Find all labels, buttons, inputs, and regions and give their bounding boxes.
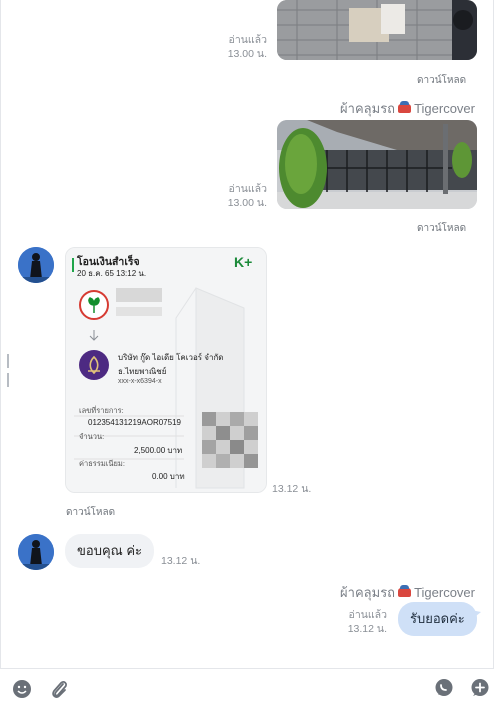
amount-value: 2,500.00 บาท	[134, 446, 183, 455]
ref-label: เลขที่รายการ:	[79, 406, 124, 415]
sender-brand: Tigercover	[414, 585, 475, 600]
read-status: อ่านแล้ว	[228, 183, 267, 195]
message-time: 13.12 น.	[347, 623, 387, 635]
masked-sender-name	[116, 288, 162, 302]
message-time: 13.00 น.	[227, 48, 267, 60]
add-message-icon[interactable]	[470, 678, 490, 698]
sender-brand: Tigercover	[414, 101, 475, 116]
emoji-icon[interactable]	[12, 679, 32, 699]
download-link[interactable]: ดาวน์โหลด	[417, 221, 466, 236]
message-bubble-outgoing: รับยอดค่ะ	[398, 602, 477, 636]
scb-logo-icon	[79, 350, 109, 380]
kplus-logo: K+	[234, 254, 253, 270]
read-status: อ่านแล้ว	[228, 34, 267, 46]
sender-name: ผ้าคลุมรถ	[340, 585, 396, 600]
sender-name: ผ้าคลุมรถ	[340, 101, 396, 116]
message-time: 13.12 น.	[272, 483, 312, 495]
fee-label: ค่าธรรมเนียม:	[79, 459, 125, 468]
message-meta: อ่านแล้ว 13.00 น.	[228, 33, 267, 61]
masked-sender-account	[116, 307, 162, 316]
slip-datetime: 20 ธ.ค. 65 13:12 น.	[77, 269, 147, 278]
resize-handle[interactable]	[7, 354, 13, 387]
recipient-name: บริษัท กู๊ด ไอเดีย โคเวอร์ จำกัด	[118, 353, 224, 362]
chat-bubble-icon[interactable]	[434, 678, 454, 698]
message-meta: อ่านแล้ว 13.00 น.	[228, 182, 267, 210]
bubble-tail-icon	[471, 610, 481, 620]
masked-qr-code	[202, 412, 258, 468]
recipient-account: xxx-x-x6394-x	[118, 378, 162, 385]
message-toolbar	[0, 668, 494, 710]
image-message-storefront[interactable]	[277, 120, 477, 209]
download-link[interactable]: ดาวน์โหลด	[417, 73, 466, 88]
car-icon	[398, 585, 412, 597]
fee-value: 0.00 บาท	[152, 472, 185, 481]
message-bubble-incoming: ขอบคุณ ค่ะ	[65, 534, 154, 568]
message-time: 13.00 น.	[227, 197, 267, 209]
amount-label: จำนวน:	[79, 432, 105, 441]
image-message-parcel[interactable]	[277, 0, 477, 60]
image-message-transfer-slip[interactable]: โอนเงินสำเร็จ 20 ธ.ค. 65 13:12 น. K+ บริ…	[65, 247, 267, 493]
avatar[interactable]	[18, 247, 54, 283]
download-link[interactable]: ดาวน์โหลด	[66, 505, 115, 520]
sender-label: ผ้าคลุมรถ Tigercover	[340, 582, 475, 603]
recipient-bank: ธ.ไทยพาณิชย์	[118, 367, 167, 376]
chat-window: อ่านแล้ว 13.00 น. ดาวน์โหลด ผ้าคลุมรถ Ti…	[0, 0, 494, 668]
car-icon	[398, 101, 412, 113]
kbank-logo-icon	[79, 290, 109, 320]
message-time: 13.12 น.	[161, 555, 201, 567]
avatar[interactable]	[18, 534, 54, 570]
sender-label: ผ้าคลุมรถ Tigercover	[340, 98, 475, 119]
paperclip-icon[interactable]	[49, 678, 69, 698]
ref-value: 012354131219AOR07519	[88, 418, 181, 427]
read-status: อ่านแล้ว	[348, 609, 387, 621]
message-meta: อ่านแล้ว 13.12 น.	[348, 608, 387, 636]
